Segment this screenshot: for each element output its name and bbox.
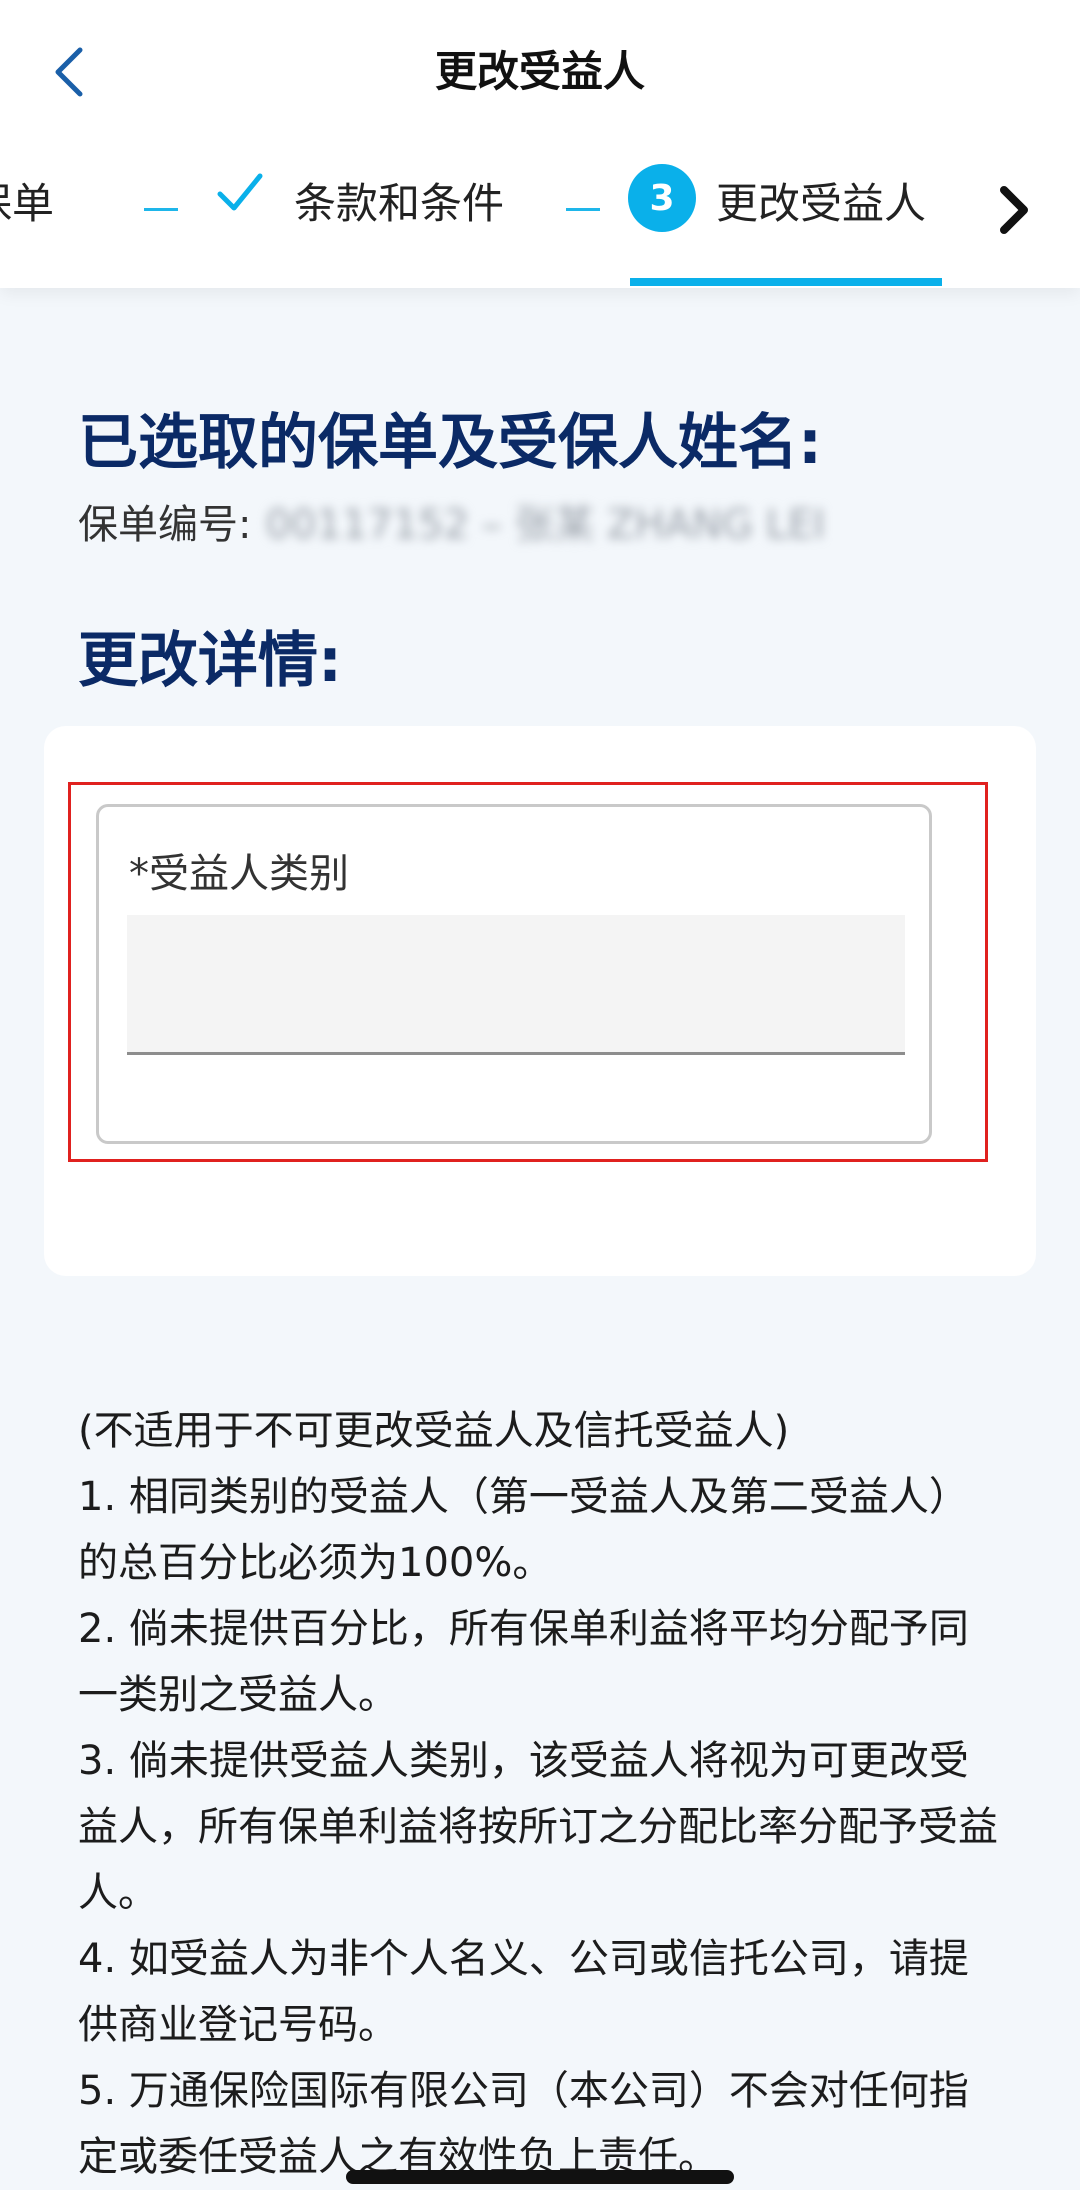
step-terms[interactable]: 条款和条件	[294, 170, 504, 231]
beneficiary-type-input[interactable]	[127, 915, 905, 1055]
policy-number-line: 保单编号: 00117152 – 张某 ZHANG LEI	[78, 492, 825, 550]
next-step-button[interactable]	[990, 178, 1038, 242]
check-icon	[217, 173, 263, 211]
step-policy[interactable]: 保单	[0, 170, 54, 231]
beneficiary-type-label: *受益人类别	[129, 851, 349, 897]
policy-number-label: 保单编号:	[78, 502, 252, 548]
step-divider	[566, 208, 600, 211]
step-change-beneficiary[interactable]: 更改受益人	[716, 170, 926, 231]
note-item: 1. 相同类别的受益人（第一受益人及第二受益人）的总百分比必须为100%。	[78, 1474, 969, 1586]
chevron-right-icon	[1000, 186, 1028, 234]
policy-number-value: 00117152 – 张某 ZHANG LEI	[265, 502, 826, 548]
change-details-heading: 更改详情:	[78, 626, 342, 696]
note-item: 3. 倘未提供受益人类别，该受益人将视为可更改受益人，所有保单利益将按所订之分配…	[78, 1738, 998, 1916]
beneficiary-type-field: *受益人类别	[96, 804, 932, 1144]
change-details-card: *受益人类别	[44, 726, 1036, 1276]
note-item: (不适用于不可更改受益人及信托受益人)	[78, 1408, 790, 1454]
page-title: 更改受益人	[434, 47, 645, 96]
selected-policy-heading: 已选取的保单及受保人姓名:	[78, 408, 822, 478]
home-indicator	[346, 2170, 734, 2184]
step-number-badge: 3	[628, 164, 696, 232]
notes-section: (不适用于不可更改受益人及信托受益人) 1. 相同类别的受益人（第一受益人及第二…	[78, 1398, 998, 2190]
step-divider	[144, 208, 178, 211]
active-step-underline	[630, 278, 942, 286]
note-item: 2. 倘未提供百分比，所有保单利益将平均分配予同一类别之受益人。	[78, 1606, 969, 1718]
step-indicator: 保单 条款和条件 3 更改受益人	[0, 164, 1080, 250]
top-bar: 更改受益人 保单 条款和条件 3 更改受益人	[0, 0, 1080, 288]
note-item: 4. 如受益人为非个人名义、公司或信托公司，请提供商业登记号码。	[78, 1936, 969, 2048]
